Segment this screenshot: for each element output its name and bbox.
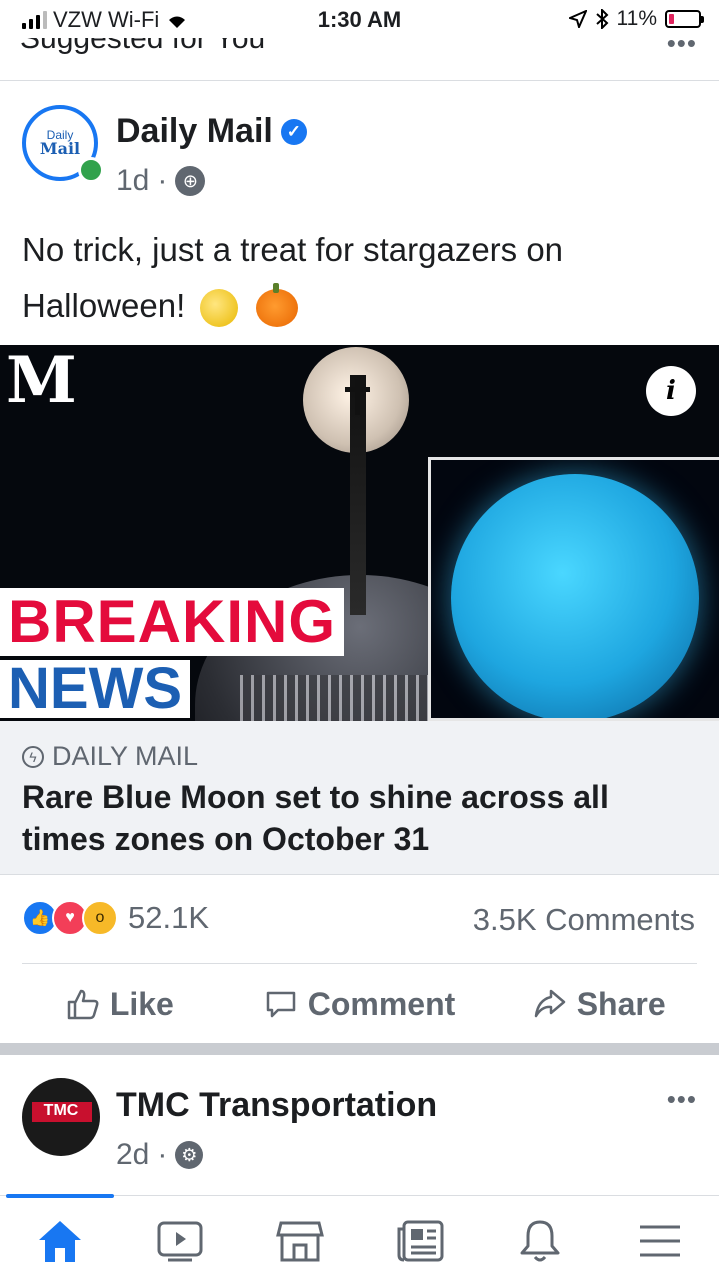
bluetooth-icon (595, 9, 608, 29)
tmc-avatar[interactable]: TMC (22, 1078, 100, 1156)
news-label: NEWS (0, 660, 190, 718)
reactions-summary[interactable]: 👍 ♥ o 52.1K (22, 900, 209, 936)
active-tab-indicator (6, 1194, 114, 1198)
verified-badge-icon: ✓ (280, 118, 307, 145)
marketplace-icon (276, 1221, 324, 1262)
meta-separator: · (157, 1138, 168, 1171)
tab-home[interactable] (30, 1216, 90, 1266)
comment-button[interactable]: Comment (240, 965, 480, 1043)
cross-icon (355, 375, 360, 415)
blue-moon-inset (428, 457, 719, 721)
share-icon (534, 989, 565, 1018)
info-icon[interactable]: i (646, 366, 696, 416)
reaction-count: 52.1K (128, 900, 210, 935)
battery-percent: 11% (616, 7, 657, 30)
menu-icon (640, 1225, 680, 1257)
comment-label: Comment (307, 985, 456, 1022)
next-post-time[interactable]: 2d (116, 1138, 149, 1172)
feed-separator (0, 1043, 719, 1055)
status-right: 11% (568, 7, 704, 31)
like-label: Like (109, 985, 174, 1022)
watch-icon (157, 1221, 203, 1262)
daily-mail-logo: M (6, 345, 77, 418)
more-options-icon[interactable]: ••• (667, 1084, 697, 1115)
instant-article-icon: ϟ (22, 745, 44, 768)
notifications-icon (520, 1220, 560, 1262)
location-icon (568, 10, 587, 28)
home-icon (39, 1221, 81, 1262)
blue-moon-image (451, 474, 699, 718)
tab-news[interactable] (390, 1216, 450, 1266)
wow-reaction-icon: o (82, 900, 118, 936)
battery-icon (665, 10, 704, 28)
breaking-label: BREAKING (0, 588, 345, 656)
gear-icon: ⚙ (175, 1141, 204, 1169)
share-button[interactable]: Share (479, 965, 719, 1043)
moon-emoji-icon (200, 289, 239, 328)
like-button[interactable]: Like (0, 965, 240, 1043)
comment-icon (266, 991, 295, 1018)
dome-colonnade (240, 675, 440, 721)
page-name[interactable]: Daily Mail (116, 112, 273, 151)
tab-notifications[interactable] (510, 1216, 570, 1266)
divider (22, 963, 697, 964)
next-post-meta: 2d · ⚙ (116, 1138, 204, 1172)
post-actions: Like Comment Share (0, 965, 719, 1043)
comment-count[interactable]: 3.5K Comments (473, 902, 695, 938)
tab-watch[interactable] (150, 1216, 210, 1266)
meta-separator: · (157, 164, 168, 197)
news-icon (397, 1220, 444, 1262)
post-time[interactable]: 1d (116, 164, 149, 198)
share-label: Share (576, 985, 666, 1022)
thumbs-up-icon (67, 989, 99, 1020)
page-name-row: Daily Mail ✓ (116, 112, 307, 151)
tab-marketplace[interactable] (270, 1216, 330, 1266)
globe-icon: ⊕ (175, 166, 206, 196)
avatar-text: TMC (43, 1102, 79, 1119)
avatar-text-2: Mail (39, 139, 81, 158)
link-headline: Rare Blue Moon set to shine across all t… (22, 779, 609, 857)
post-image[interactable]: M i BREAKING NEWS (0, 345, 719, 721)
pumpkin-emoji-icon (255, 283, 298, 328)
next-page-name[interactable]: TMC Transportation (116, 1086, 437, 1125)
status-bar: VZW Wi-Fi 1:30 AM 11% (0, 0, 719, 38)
link-preview[interactable]: ϟ DAILY MAIL Rare Blue Moon set to shine… (0, 721, 719, 875)
post-meta: 1d · ⊕ (116, 164, 206, 198)
divider (0, 80, 719, 81)
link-source: ϟ DAILY MAIL (22, 741, 198, 772)
link-source-label: DAILY MAIL (52, 741, 199, 771)
tab-menu[interactable] (630, 1216, 690, 1266)
cross-bar (345, 387, 370, 392)
online-indicator (78, 157, 104, 183)
post-text: No trick, just a treat for stargazers on… (22, 222, 682, 334)
bottom-tab-bar (0, 1194, 719, 1281)
